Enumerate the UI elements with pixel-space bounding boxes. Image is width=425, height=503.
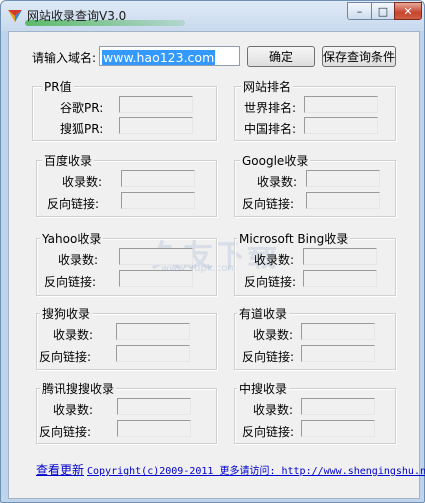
sogou-group-title: 搜狗收录 (40, 305, 93, 322)
yahoo-backlinks-field[interactable] (119, 270, 193, 287)
google-pr-field[interactable] (119, 96, 193, 113)
domain-label: 请输入域名: (32, 51, 97, 65)
app-window: 网站收录查询V3.0 – □ ✕ 久友下载 www.9upk.com 请输入域名… (0, 0, 425, 503)
google-pr-label: 谷歌PR: (60, 101, 104, 115)
world-rank-label: 世界排名: (244, 101, 297, 115)
copyright-link[interactable]: Copyright(c)2009-2011 更多请访问: http://www.… (87, 462, 425, 477)
app-logo-icon (8, 10, 22, 22)
china-rank-label: 中国排名: (244, 122, 297, 136)
bing-group-title: Microsoft Bing收录 (237, 230, 351, 247)
baidu-group-title: 百度收录 (42, 152, 95, 169)
bing-count-field[interactable] (303, 248, 377, 265)
youdao-group-title: 有道收录 (237, 305, 290, 322)
zhongsou-group-title: 中搜收录 (237, 380, 290, 397)
google-count-field[interactable] (306, 170, 380, 187)
confirm-button[interactable]: 确定 (247, 46, 315, 67)
baidu-backlinks-label: 反向链接: (47, 197, 100, 211)
google-group-title: Google收录 (240, 152, 311, 169)
title-bar[interactable]: 网站收录查询V3.0 – □ ✕ (1, 1, 424, 29)
rank-group-title: 网站排名 (241, 78, 294, 95)
youdao-count-field[interactable] (301, 323, 375, 340)
baidu-count-label: 收录数: (62, 175, 103, 189)
zhongsou-backlinks-label: 反向链接: (242, 425, 295, 439)
sogou-backlinks-label: 反向链接: (39, 350, 92, 364)
bing-count-label: 收录数: (254, 253, 295, 267)
sogou-count-label: 收录数: (53, 328, 94, 342)
google-count-label: 收录数: (257, 175, 298, 189)
soso-count-label: 收录数: (53, 403, 94, 417)
domain-input-value: www.hao123.com (102, 50, 216, 65)
yahoo-backlinks-label: 反向链接: (44, 275, 97, 289)
maximize-button[interactable]: □ (371, 2, 395, 20)
bing-backlinks-label: 反向链接: (244, 275, 297, 289)
yahoo-count-field[interactable] (119, 248, 193, 265)
world-rank-field[interactable] (304, 96, 378, 113)
check-update-link[interactable]: 查看更新 (36, 461, 84, 478)
domain-input[interactable]: www.hao123.com (99, 46, 240, 66)
google-backlinks-field[interactable] (306, 192, 380, 209)
youdao-count-label: 收录数: (253, 328, 294, 342)
youdao-backlinks-field[interactable] (301, 345, 375, 362)
china-rank-field[interactable] (304, 117, 378, 134)
sohu-pr-label: 搜狐PR: (60, 122, 104, 136)
pr-group-title: PR值 (42, 78, 74, 95)
baidu-backlinks-field[interactable] (121, 192, 195, 209)
window-title: 网站收录查询V3.0 (27, 9, 127, 23)
bing-backlinks-field[interactable] (303, 270, 377, 287)
sohu-pr-field[interactable] (119, 117, 193, 134)
soso-group-title: 腾讯搜搜收录 (40, 380, 117, 397)
soso-backlinks-field[interactable] (117, 420, 191, 437)
sogou-count-field[interactable] (116, 323, 190, 340)
zhongsou-count-field[interactable] (301, 398, 375, 415)
google-backlinks-label: 反向链接: (242, 197, 295, 211)
minimize-button[interactable]: – (347, 2, 372, 20)
save-query-button[interactable]: 保存查询条件 (322, 46, 396, 67)
yahoo-count-label: 收录数: (58, 253, 99, 267)
youdao-backlinks-label: 反向链接: (242, 350, 295, 364)
sogou-backlinks-field[interactable] (116, 345, 190, 362)
soso-backlinks-label: 反向链接: (39, 425, 92, 439)
baidu-count-field[interactable] (121, 170, 195, 187)
soso-count-field[interactable] (117, 398, 191, 415)
yahoo-group-title: Yahoo收录 (40, 230, 104, 247)
zhongsou-backlinks-field[interactable] (301, 420, 375, 437)
zhongsou-count-label: 收录数: (253, 403, 294, 417)
close-button[interactable]: ✕ (394, 2, 422, 20)
